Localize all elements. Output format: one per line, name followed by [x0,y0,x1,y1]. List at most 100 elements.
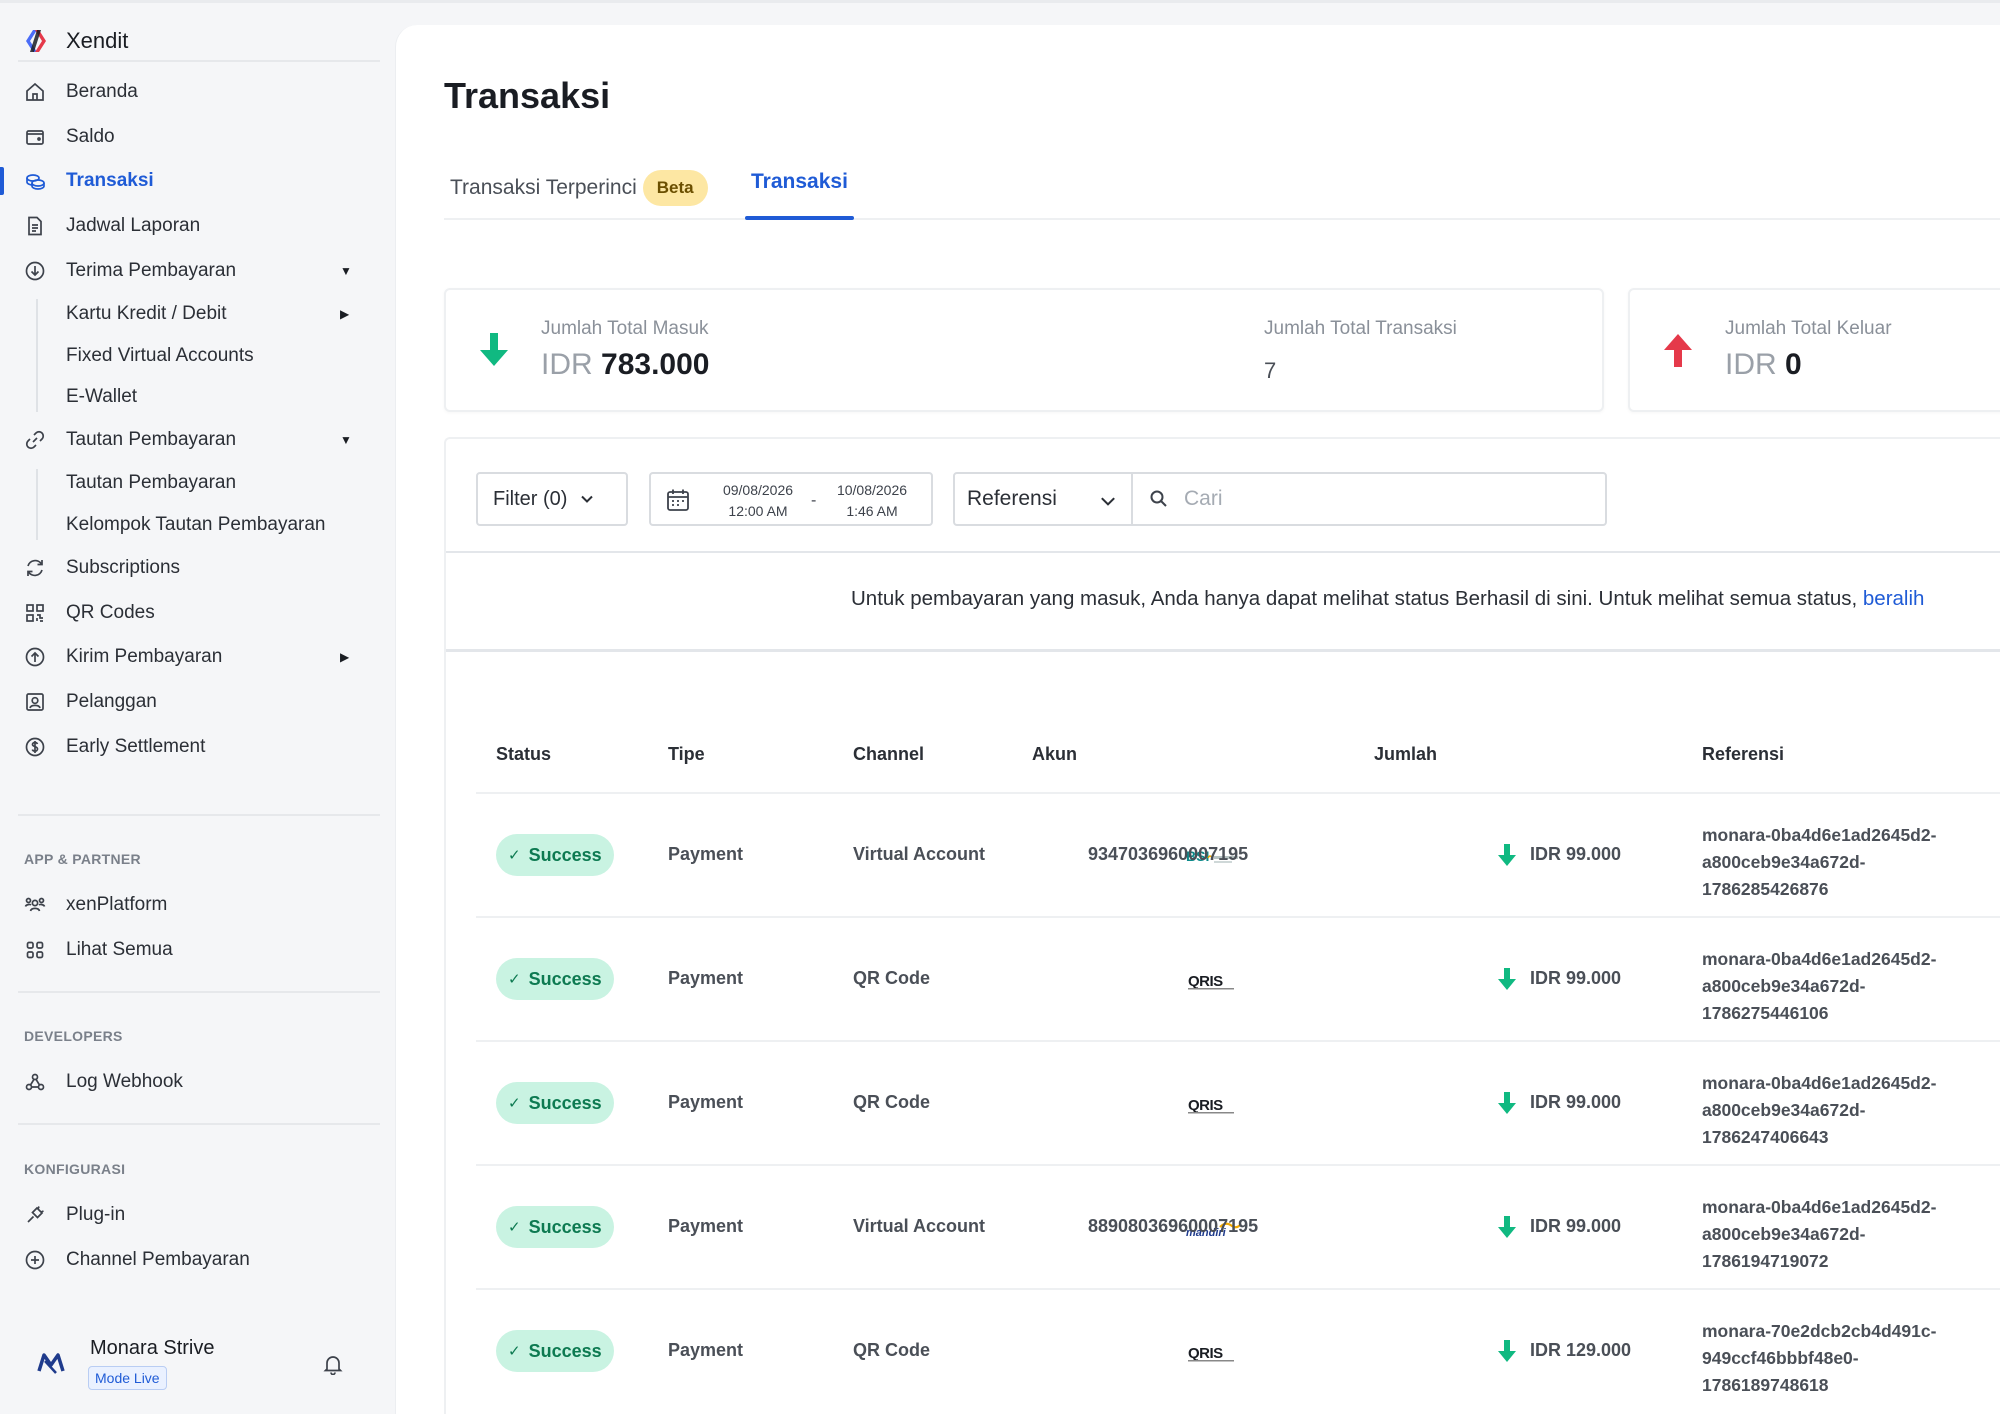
reference-line: monara-70e2dcb2cb4d491c- [1702,1321,1937,1341]
sidebar-item-kirim-pembayaran[interactable]: Kirim Pembayaran ▶ [0,635,388,680]
date-to-time: 1:46 AM [846,503,898,519]
main-content: Transaksi Transaksi Terperinci Beta Tran… [395,25,2000,1414]
sidebar-subitem-tautan[interactable]: Tautan Pembayaran [0,463,388,505]
caret-right-icon: ▶ [340,650,350,665]
xendit-logo-icon [26,30,46,52]
arrow-down-icon [1498,1216,1516,1238]
reference-select[interactable]: Referensi [953,472,1133,526]
reference-cell: monara-0ba4d6e1ad2645d2- a800ceb9e34a672d… [1702,822,1936,903]
status-badge: ✓ Success [496,958,614,1000]
sidebar-item-log-webhook[interactable]: Log Webhook [0,1060,388,1105]
column-header-referensi[interactable]: Referensi [1702,744,1784,765]
tab-transaksi-terperinci[interactable]: Transaksi Terperinci Beta [450,170,708,206]
column-header-channel[interactable]: Channel [853,744,924,765]
column-header-status[interactable]: Status [496,744,551,765]
filter-button[interactable]: Filter (0) [476,472,628,526]
brand[interactable]: Xendit [22,25,128,57]
total-keluar-label: Jumlah Total Keluar [1725,318,1892,339]
sidebar-item-beranda[interactable]: Beranda [0,70,388,115]
reference-cell: monara-0ba4d6e1ad2645d2- a800ceb9e34a672d… [1702,946,1936,1027]
column-header-tipe[interactable]: Tipe [668,744,705,765]
sidebar-divider [18,991,380,993]
table-row[interactable]: ✓ Success Payment QR Code QRIS IDR 129.000 mon… [476,1288,2000,1412]
sidebar-item-xenplatform[interactable]: xenPlatform [0,883,388,928]
caret-down-icon: ▼ [340,263,352,278]
sidebar-item-channel-pembayaran[interactable]: Channel Pembayaran [0,1238,388,1283]
section-label-app: APP & PARTNER [24,851,141,867]
sidebar-item-lihat-semua[interactable]: Lihat Semua [0,928,388,973]
user-profile[interactable]: Monara Strive Mode Live [0,1303,388,1414]
sidebar: Xendit Beranda Saldo Transaksi Jadwal La… [0,3,388,1414]
reference-line: 1786247406643 [1702,1127,1829,1147]
sidebar-subitem-ewallet[interactable]: E-Wallet [0,376,388,418]
reference-line: 949ccf46bbbf48e0- [1702,1348,1859,1368]
sidebar-item-label: Plug-in [66,1204,126,1226]
sidebar-subitem-kelompok-tautan[interactable]: Kelompok Tautan Pembayaran [0,504,388,546]
sidebar-subitem-kartu-kredit[interactable]: Kartu Kredit / Debit ▶ [0,293,388,335]
users-icon [24,894,46,916]
sidebar-item-early-settlement[interactable]: Early Settlement [0,724,388,769]
tab-label: Transaksi [751,170,848,193]
divider [446,649,2000,652]
add-circle-icon [24,1249,46,1271]
sidebar-item-plug-in[interactable]: Plug-in [0,1193,388,1238]
table-row[interactable]: ✓ Success Payment QR Code QRIS IDR 99.000 mona… [476,1040,2000,1164]
summary-card-incoming: Jumlah Total Masuk IDR 783.000 Jumlah To… [444,288,1604,412]
sidebar-item-qr-codes[interactable]: QR Codes [0,591,388,636]
sidebar-divider [18,60,380,62]
arrow-down-icon [1498,968,1516,990]
status-text: Success [528,844,602,865]
mode-badge: Mode Live [88,1366,167,1390]
config-nav: Plug-in Channel Pembayaran [0,1193,388,1282]
search-box[interactable] [1131,472,1607,526]
table-row[interactable]: ✓ Success Payment Virtual Account mandiri 889… [476,1164,2000,1288]
check-icon: ✓ [508,971,521,988]
chevron-down-icon [1101,497,1115,506]
table-header: Status Tipe Channel Akun Jumlah Referens… [476,744,2000,786]
receive-icon [24,260,46,282]
sidebar-subitem-fixed-va[interactable]: Fixed Virtual Accounts [0,335,388,377]
sidebar-item-label: Early Settlement [66,735,206,757]
sidebar-item-pelanggan[interactable]: Pelanggan [0,680,388,725]
calendar-icon [667,489,689,511]
reference-cell: monara-0ba4d6e1ad2645d2- a800ceb9e34a672d… [1702,1070,1936,1151]
bank-logo-icon: QRIS [1186,970,1240,992]
company-logo-icon [37,1353,65,1374]
sidebar-item-label: Subscriptions [66,557,181,579]
sidebar-item-label: Kelompok Tautan Pembayaran [66,514,326,536]
sidebar-item-label: Fixed Virtual Accounts [66,344,254,366]
account-cell: 9347036960007195 [1088,844,1249,864]
home-icon [24,81,46,103]
date-range-picker[interactable]: 09/08/2026 12:00 AM - 10/08/2026 1:46 AM [649,472,933,526]
column-header-jumlah[interactable]: Jumlah [1374,744,1437,765]
arrow-up-icon [1664,334,1692,367]
channel-cell: QR Code [853,968,931,988]
sidebar-item-label: Beranda [66,81,138,103]
transactions-panel: Filter (0) 09/08/2026 12:00 AM - 10/08/2… [444,437,2000,1414]
column-header-akun[interactable]: Akun [1032,744,1077,765]
customer-icon [24,691,46,713]
table-row[interactable]: ✓ Success Payment QR Code QRIS IDR 99.000 mona… [476,916,2000,1040]
type-cell: Payment [668,968,744,988]
sidebar-item-saldo[interactable]: Saldo [0,115,388,160]
bell-icon[interactable] [322,1353,344,1375]
sidebar-item-tautan-pembayaran[interactable]: Tautan Pembayaran ▼ [0,418,388,463]
notice-link[interactable]: beralih [1863,587,1925,610]
sidebar-divider [18,814,380,816]
search-input[interactable] [1184,487,1584,511]
sidebar-item-terima-pembayaran[interactable]: Terima Pembayaran ▼ [0,248,388,293]
grid-icon [24,939,46,961]
sidebar-item-jadwal-laporan[interactable]: Jadwal Laporan [0,204,388,249]
arrow-down-icon [480,333,508,366]
status-badge: ✓ Success [496,1330,614,1372]
currency-label: IDR [541,348,593,381]
table-row[interactable]: ✓ Success Payment Virtual Account BSI 9347036… [476,792,2000,916]
tab-transaksi[interactable]: Transaksi [745,170,854,220]
status-text: Success [528,1340,602,1361]
sidebar-item-label: Lihat Semua [66,938,173,960]
date-from-date: 09/08/2026 [722,482,794,498]
sidebar-item-transaksi[interactable]: Transaksi [0,159,388,204]
sidebar-item-subscriptions[interactable]: Subscriptions [0,546,388,591]
info-notice: Untuk pembayaran yang masuk, Anda hanya … [446,553,2000,649]
status-badge: ✓ Success [496,1206,614,1248]
